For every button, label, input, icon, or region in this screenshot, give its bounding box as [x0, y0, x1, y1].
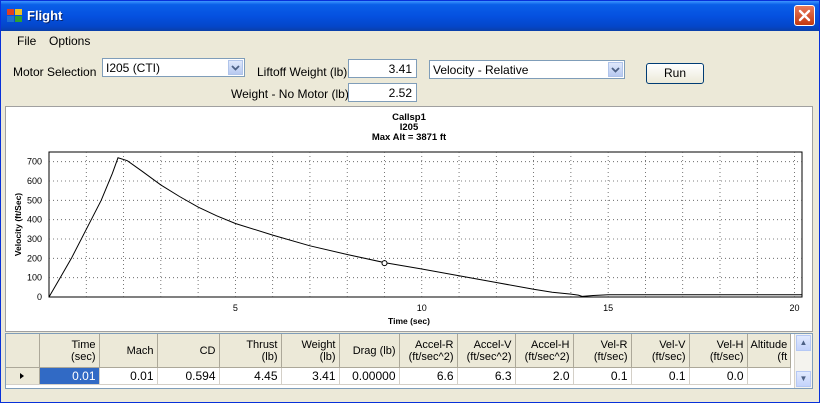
velocity-series-line: [48, 157, 802, 298]
y-tick-label: 500: [27, 195, 42, 205]
column-header-line1: Vel-H: [716, 338, 744, 351]
column-header[interactable]: Mach: [99, 334, 158, 368]
column-header-line1: Mach: [126, 344, 154, 357]
table-cell[interactable]: 0.1: [573, 367, 632, 385]
title-bar[interactable]: Flight: [1, 1, 819, 31]
weight-no-motor-field[interactable]: 2.52: [348, 83, 417, 102]
column-header-line1: Thrust: [246, 338, 278, 351]
y-tick-label: 0: [37, 292, 42, 302]
menu-options[interactable]: Options: [49, 34, 90, 48]
column-header[interactable]: Vel-V (ft/sec): [631, 334, 690, 368]
motor-selection-label: Motor Selection: [13, 65, 97, 79]
vertical-scrollbar[interactable]: ▲ ▼: [794, 334, 812, 388]
column-header-line2: (ft: [777, 350, 788, 363]
x-axis-label: Time (sec): [388, 316, 430, 326]
column-header-line1: Vel-R: [600, 338, 628, 351]
chevron-down-icon[interactable]: [608, 62, 623, 77]
app-icon: [7, 9, 22, 22]
y-tick-label: 300: [27, 234, 42, 244]
table-cell[interactable]: 4.45: [219, 367, 282, 385]
table-cell[interactable]: 0.01: [99, 367, 158, 385]
velocity-chart: Callsp1I205Max Alt = 3871 ft010020030040…: [13, 112, 803, 326]
column-header-line1: Drag (lb): [352, 344, 396, 357]
column-header-line1: Weight: [301, 338, 336, 351]
y-tick-label: 100: [27, 273, 42, 283]
chart-title-line: Max Alt = 3871 ft: [372, 132, 447, 143]
column-header[interactable]: Altitude (ft: [747, 334, 792, 368]
x-tick-label: 5: [233, 303, 238, 313]
column-header-line2: (ft/sec^2): [524, 350, 570, 363]
y-tick-label: 200: [27, 253, 42, 263]
column-header[interactable]: Time (sec): [39, 334, 100, 368]
x-tick-label: 10: [417, 303, 427, 313]
row-header-corner: [6, 334, 40, 368]
plot-type-value: Velocity - Relative: [433, 63, 529, 77]
column-header-line2: (ft/sec): [709, 350, 744, 363]
column-header-line2: (lb): [319, 350, 336, 363]
scroll-up-icon[interactable]: ▲: [796, 335, 811, 351]
row-header[interactable]: [6, 367, 40, 385]
column-header-line2: (ft/sec): [651, 350, 686, 363]
window-title: Flight: [27, 8, 63, 23]
liftoff-weight-field[interactable]: 3.41: [348, 59, 417, 78]
close-icon: [798, 9, 811, 22]
column-header[interactable]: Weight (lb): [281, 334, 340, 368]
column-header-line1: Altitude: [750, 338, 788, 351]
column-header[interactable]: Drag (lb): [339, 334, 400, 368]
table-cell[interactable]: 2.0: [515, 367, 574, 385]
run-button[interactable]: Run: [646, 63, 704, 84]
column-header[interactable]: Vel-H (ft/sec): [689, 334, 748, 368]
column-header[interactable]: CD: [157, 334, 220, 368]
column-header[interactable]: Accel-H (ft/sec^2): [515, 334, 574, 368]
column-header-line2: (sec): [71, 350, 96, 363]
flight-window: Flight File Options Motor Selection I205…: [0, 0, 820, 403]
motor-select-value: I205 (CTI): [106, 61, 161, 75]
table-cell[interactable]: 0.0: [689, 367, 748, 385]
column-header[interactable]: Vel-R (ft/sec): [573, 334, 632, 368]
column-header-line1: Vel-V: [659, 338, 686, 351]
data-grid: Time (sec) Mach CD Thrust (lb) Weight (lb) Drag …: [5, 333, 813, 389]
column-header-line1: Accel-V: [473, 338, 512, 351]
table-cell[interactable]: 0.01: [39, 367, 100, 385]
column-header-line2: (ft/sec^2): [408, 350, 454, 363]
column-header-line1: CD: [199, 344, 216, 357]
y-tick-label: 600: [27, 176, 42, 186]
y-tick-label: 400: [27, 215, 42, 225]
close-button[interactable]: [794, 5, 815, 26]
motor-select[interactable]: I205 (CTI): [102, 58, 245, 77]
chart-panel: Callsp1 I205 Max Alt = 3871 ft 0 100 200 300 40…: [5, 106, 813, 332]
table-cell[interactable]: 6.6: [399, 367, 458, 385]
menu-file[interactable]: File: [17, 34, 36, 48]
table-cell[interactable]: 0.594: [157, 367, 220, 385]
scroll-down-icon[interactable]: ▼: [796, 371, 811, 387]
table-cell[interactable]: 0.00000: [339, 367, 400, 385]
cursor-marker: [381, 260, 388, 267]
chevron-down-icon[interactable]: [228, 60, 243, 75]
table-cell[interactable]: [747, 367, 792, 385]
column-header-line1: Time: [71, 338, 96, 351]
menu-bar: File Options: [1, 31, 819, 51]
y-axis-label: Velocity (ft/Sec): [13, 193, 23, 256]
column-header-line1: Accel-R: [414, 338, 454, 351]
y-tick-label: 700: [27, 157, 42, 167]
plot-frame: [48, 151, 803, 298]
current-row-arrow-icon: [20, 373, 25, 379]
column-header-line2: (ft/sec): [593, 350, 628, 363]
results-table: Time (sec) Mach CD Thrust (lb) Weight (lb) Drag …: [6, 334, 792, 385]
table-cell[interactable]: 3.41: [281, 367, 340, 385]
plot-type-select[interactable]: Velocity - Relative: [429, 60, 625, 79]
weight-no-motor-label: Weight - No Motor (lb): [231, 87, 349, 101]
x-tick-label: 20: [790, 303, 800, 313]
column-header[interactable]: Accel-V (ft/sec^2): [457, 334, 516, 368]
column-header-line2: (lb): [261, 350, 278, 363]
x-tick-label: 15: [603, 303, 613, 313]
table-cell[interactable]: 0.1: [631, 367, 690, 385]
column-header-line1: Accel-H: [530, 338, 570, 351]
table-cell[interactable]: 6.3: [457, 367, 516, 385]
liftoff-weight-label: Liftoff Weight (lb): [257, 65, 348, 79]
table-row[interactable]: 0.01 0.01 0.594 4.45 3.41 0.00000 6.6 6.3 2.0 0.1…: [6, 367, 792, 385]
column-header[interactable]: Thrust (lb): [219, 334, 282, 368]
column-header[interactable]: Accel-R (ft/sec^2): [399, 334, 458, 368]
column-header-line2: (ft/sec^2): [466, 350, 512, 363]
